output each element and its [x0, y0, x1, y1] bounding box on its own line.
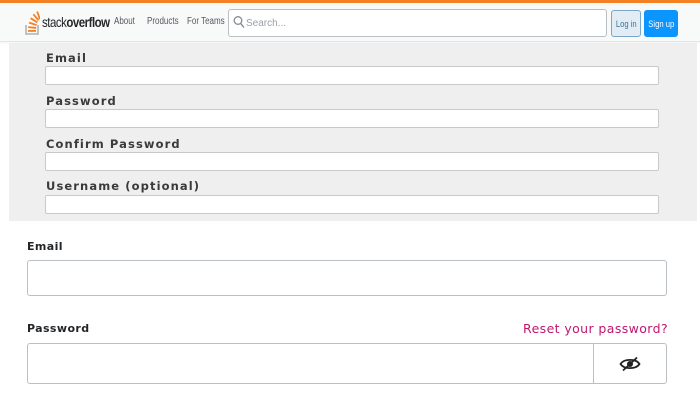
signup-confirm-password-label: Confirm Password [46, 137, 181, 151]
search-input[interactable] [246, 13, 596, 33]
signup-username-input[interactable] [45, 195, 659, 214]
logo-wordmark: stackoverflow [42, 14, 110, 30]
search-box[interactable] [228, 9, 607, 37]
signup-button[interactable]: Sign up [644, 10, 678, 37]
signup-password-label: Password [46, 94, 117, 108]
logo-text-bold: overflow [66, 14, 110, 30]
login-password-field [27, 343, 667, 384]
eye-slash-icon [619, 356, 641, 371]
signup-email-label: Email [46, 51, 87, 65]
login-button-label: Log in [615, 18, 637, 29]
signup-confirm-password-input[interactable] [45, 152, 659, 171]
login-password-label: Password [27, 322, 90, 335]
signup-password-input[interactable] [45, 109, 659, 128]
search-icon [233, 16, 245, 29]
nav-about[interactable]: About [114, 16, 135, 27]
nav-for-teams[interactable]: For Teams [187, 16, 225, 27]
signup-button-label: Sign up [648, 18, 674, 29]
stack-logo-icon [25, 11, 40, 35]
nav-products[interactable]: Products [147, 16, 179, 27]
signup-username-label: Username (optional) [46, 179, 201, 193]
password-visibility-toggle[interactable] [593, 344, 666, 383]
reset-password-link[interactable]: Reset your password? [523, 321, 668, 336]
login-password-input[interactable] [28, 344, 593, 383]
signup-fields-panel: Email Password Confirm Password Username… [9, 43, 697, 221]
login-button[interactable]: Log in [611, 10, 641, 37]
login-email-label: Email [27, 240, 63, 253]
stackoverflow-logo[interactable]: stackoverflow [25, 8, 124, 36]
login-email-input[interactable] [27, 260, 667, 296]
top-navigation-bar: stackoverflow About Products For Teams L… [0, 3, 700, 42]
signup-email-input[interactable] [45, 66, 659, 85]
logo-text-light: stack [42, 14, 67, 30]
